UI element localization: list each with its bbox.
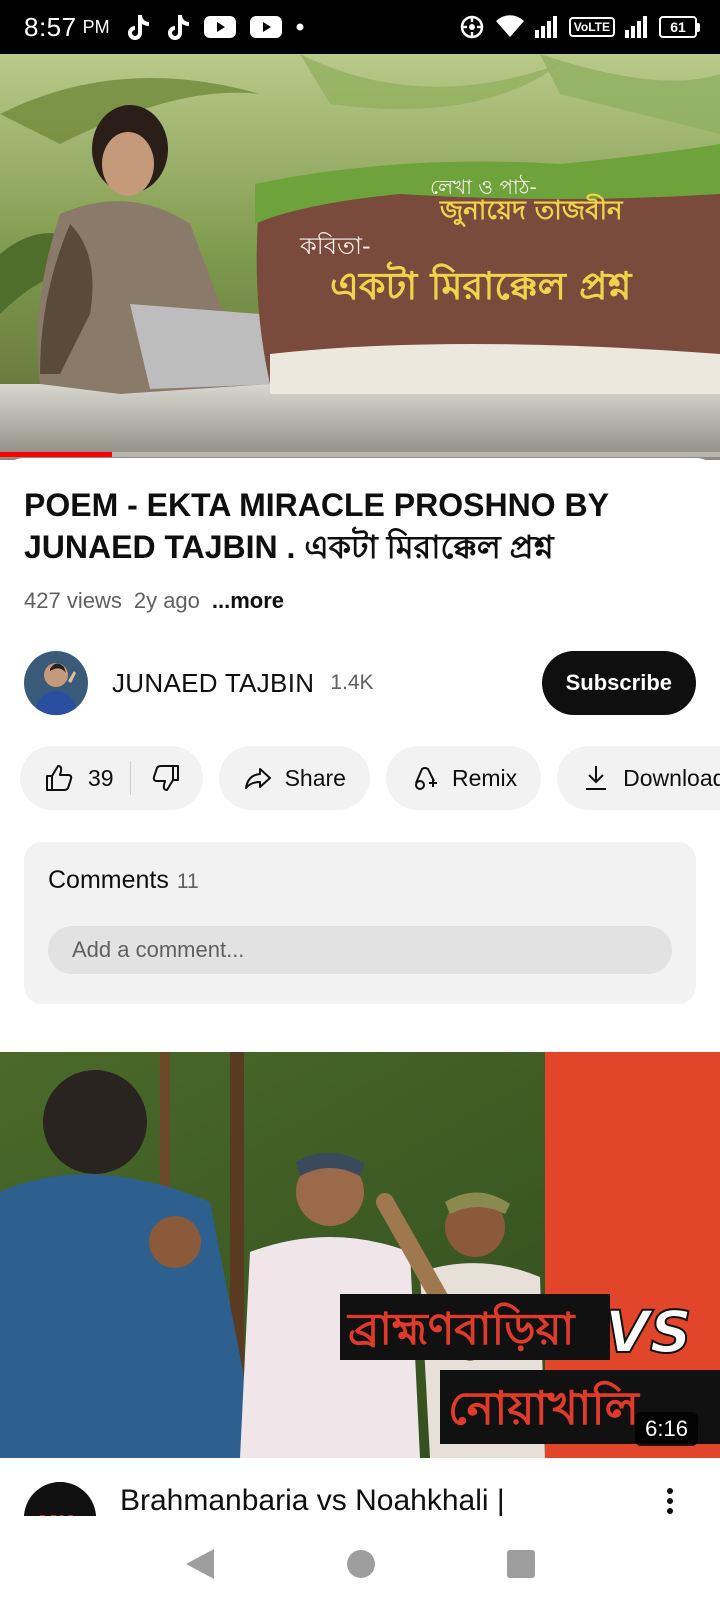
more-options-icon[interactable] — [660, 1486, 680, 1516]
next-video-image: ব্রাহ্মণবাড়িয়া VS নোয়াখালি — [0, 1052, 720, 1458]
remix-icon — [414, 767, 437, 790]
comments-section[interactable]: Comments 11 Add a comment... — [24, 842, 696, 1004]
subscribe-button[interactable]: Subscribe — [541, 651, 696, 715]
share-icon — [244, 768, 271, 789]
video-meta[interactable]: 427 views 2y ago ...more — [24, 588, 284, 614]
download-icon — [586, 766, 607, 790]
thumb-line3: কবিতা- — [299, 232, 371, 260]
next-thumb-text-top: ব্রাহ্মণবাড়িয়া — [346, 1302, 577, 1355]
next-thumb-text-vs: VS — [605, 1298, 692, 1366]
video-thumbnail: লেখা ও পাঠ- জুনায়েদ তাজবীন কবিতা- একটা … — [0, 54, 720, 460]
more-link[interactable]: ...more — [212, 588, 284, 614]
action-bar: 39 Share Remix Download — [20, 746, 720, 810]
dot-icon — [296, 23, 304, 31]
comments-title: Comments — [48, 866, 169, 894]
remix-label: Remix — [451, 764, 518, 791]
youtube-icon — [203, 16, 236, 38]
comments-heading: Comments 11 — [48, 866, 199, 895]
next-video-info[interactable]: MK Brahmanbaria vs Noahkhali | — [0, 1458, 720, 1516]
like-divider — [129, 761, 131, 795]
video-duration-badge: 6:16 — [635, 1412, 698, 1446]
battery-indicator: 61 — [659, 16, 700, 38]
status-ampm: PM — [82, 16, 110, 37]
status-bar: 8:57 PM VoLTE 61 — [0, 0, 720, 54]
home-icon[interactable] — [346, 1549, 376, 1579]
thumbs-up-icon[interactable] — [44, 763, 74, 793]
channel-name[interactable]: JUNAED TAJBIN — [112, 668, 314, 699]
hotspot-icon — [460, 15, 484, 39]
share-button[interactable]: Share — [218, 746, 370, 810]
back-icon[interactable] — [184, 1547, 216, 1581]
next-video-thumbnail[interactable]: ব্রাহ্মণবাড়িয়া VS নোয়াখালি 6:16 — [0, 1052, 720, 1458]
next-thumb-text-bottom: নোয়াখালি — [448, 1380, 641, 1435]
share-label: Share — [284, 764, 346, 791]
download-button[interactable]: Download — [557, 746, 720, 810]
view-count: 427 views — [24, 588, 122, 613]
channel-row: JUNAED TAJBIN 1.4K Subscribe — [24, 650, 696, 716]
tiktok-icon — [127, 15, 149, 40]
upload-age: 2y ago — [133, 588, 200, 613]
download-label: Download — [623, 764, 720, 791]
volte-badge: VoLTE — [568, 17, 615, 37]
add-comment-input[interactable]: Add a comment... — [48, 926, 672, 974]
comments-count: 11 — [176, 870, 199, 893]
thumbs-down-icon[interactable] — [151, 763, 181, 793]
subscriber-count: 1.4K — [330, 671, 374, 694]
next-channel-avatar[interactable]: MK — [24, 1482, 96, 1516]
thumb-line4: একটা মিরাক্কেল প্রশ্ন — [330, 261, 632, 308]
recents-icon[interactable] — [506, 1549, 536, 1579]
next-video-title[interactable]: Brahmanbaria vs Noahkhali | — [120, 1484, 505, 1516]
tiktok-icon — [167, 15, 189, 40]
channel-avatar[interactable] — [24, 651, 88, 715]
signal-icon — [534, 16, 557, 38]
battery-level: 61 — [659, 16, 697, 38]
youtube-icon — [249, 16, 282, 38]
remix-button[interactable]: Remix — [385, 746, 542, 810]
status-time: 8:57 — [24, 11, 77, 42]
video-player[interactable]: লেখা ও পাঠ- জুনায়েদ তাজবীন কবিতা- একটা … — [0, 54, 720, 460]
like-count[interactable]: 39 — [88, 765, 114, 792]
thumb-line2: জুনায়েদ তাজবীন — [439, 193, 624, 227]
video-progress-fill — [0, 452, 112, 457]
system-navigation-bar — [0, 1516, 720, 1612]
video-title[interactable]: POEM - EKTA MIRACLE PROSHNO BY JUNAED TA… — [24, 484, 684, 568]
video-progress-bar[interactable] — [0, 452, 720, 457]
like-dislike-group: 39 — [20, 746, 203, 810]
signal-icon — [625, 16, 647, 38]
wifi-icon — [495, 15, 524, 37]
